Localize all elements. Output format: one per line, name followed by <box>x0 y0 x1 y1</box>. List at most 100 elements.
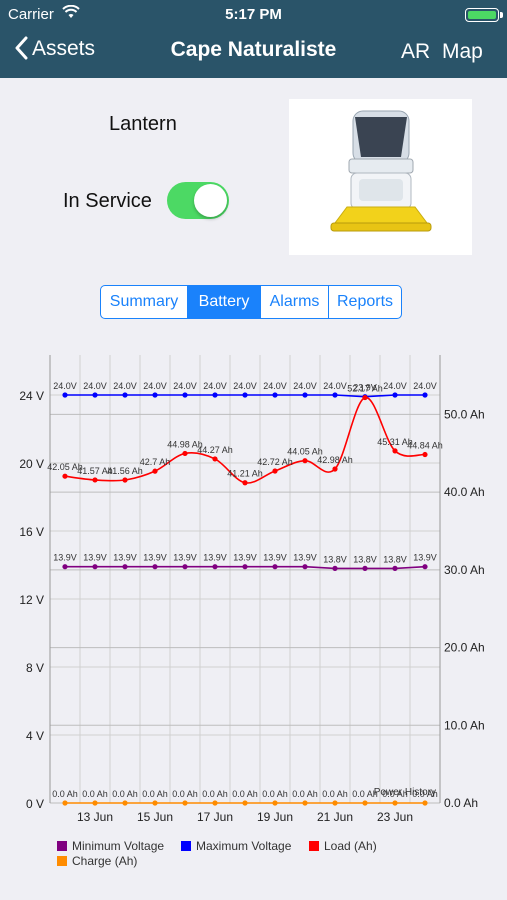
x-tick-label: 21 Jun <box>317 810 353 824</box>
data-label: 0.0 Ah <box>262 789 288 799</box>
data-point <box>92 564 98 570</box>
y2-tick-label: 40.0 Ah <box>444 485 485 499</box>
data-point <box>392 448 398 454</box>
data-point <box>212 456 218 462</box>
legend-label: Charge (Ah) <box>72 854 138 868</box>
data-label: 24.0V <box>53 381 77 391</box>
y-tick-label: 16 V <box>19 525 44 539</box>
data-point <box>182 564 188 570</box>
data-label: 13.9V <box>143 553 167 563</box>
data-label: 13.9V <box>233 553 257 563</box>
data-label: 24.0V <box>383 381 407 391</box>
tab-battery[interactable]: Battery <box>188 286 261 318</box>
y-tick-label: 8 V <box>26 661 44 675</box>
data-label: 13.9V <box>203 553 227 563</box>
data-label: 13.9V <box>173 553 197 563</box>
data-point <box>272 392 278 398</box>
tab-summary[interactable]: Summary <box>101 286 188 318</box>
battery-icon <box>465 8 503 22</box>
data-point <box>182 392 188 398</box>
power-history-chart: 0 V 4 V 8 V 12 V 16 V 20 V 24 V 0.0 Ah 10.0 Ah 20… <box>0 350 507 880</box>
x-tick-label: 17 Jun <box>197 810 233 824</box>
y-tick-label: 4 V <box>26 729 44 743</box>
y2-tick-label: 10.0 Ah <box>444 718 485 732</box>
data-point <box>92 477 98 483</box>
data-label: 42.72 Ah <box>257 457 293 467</box>
data-label: 0.0 Ah <box>112 789 138 799</box>
in-service-toggle[interactable] <box>167 182 229 219</box>
data-point <box>212 392 218 398</box>
data-label: 24.0V <box>83 381 107 391</box>
data-label: 13.9V <box>263 553 287 563</box>
ar-button[interactable]: AR <box>401 40 430 64</box>
status-bar: Carrier 5:17 PM <box>0 4 507 26</box>
data-label: 0.0 Ah <box>172 789 198 799</box>
data-point <box>242 392 248 398</box>
data-label: 13.8V <box>353 554 377 564</box>
data-label: 41.21 Ah <box>227 469 263 479</box>
data-point <box>122 564 128 570</box>
data-point <box>422 800 428 806</box>
legend-swatch <box>309 841 319 851</box>
x-tick-label: 23 Jun <box>377 810 413 824</box>
data-point <box>212 564 218 570</box>
data-label: 13.9V <box>53 553 77 563</box>
data-point <box>152 392 158 398</box>
data-point <box>62 800 68 806</box>
data-point <box>422 451 428 458</box>
y2-tick-label: 20.0 Ah <box>444 641 485 655</box>
y2-tick-label: 0.0 Ah <box>444 796 478 810</box>
x-tick-label: 15 Jun <box>137 810 173 824</box>
data-label: 0.0 Ah <box>322 789 348 799</box>
data-point <box>272 468 278 474</box>
data-label: 41.56 Ah <box>107 466 143 476</box>
data-point <box>242 800 248 806</box>
data-label: 0.0 Ah <box>292 789 318 799</box>
data-point <box>62 392 68 398</box>
legend-label: Minimum Voltage <box>72 839 165 853</box>
asset-tabs: Summary Battery Alarms Reports <box>100 285 402 319</box>
data-point <box>392 565 398 571</box>
data-point <box>272 564 278 570</box>
data-label: 42.7 Ah <box>140 457 171 467</box>
legend-label: Maximum Voltage <box>196 839 292 853</box>
tab-reports[interactable]: Reports <box>329 286 401 318</box>
data-label: 24.0V <box>413 381 437 391</box>
lantern-label: Lantern <box>109 113 177 135</box>
data-point <box>302 564 308 570</box>
legend-max-voltage: Maximum Voltage <box>181 839 291 853</box>
data-point <box>92 392 98 398</box>
y2-tick-label: 30.0 Ah <box>444 563 485 577</box>
data-point <box>152 800 158 806</box>
data-point <box>332 392 338 398</box>
data-point <box>152 564 158 570</box>
data-label: 13.9V <box>413 553 437 563</box>
data-point <box>92 800 98 806</box>
data-point <box>422 564 428 570</box>
data-point <box>122 477 128 483</box>
y-tick-label: 0 V <box>26 797 44 811</box>
legend-swatch <box>57 841 67 851</box>
y-tick-label: 12 V <box>19 593 44 607</box>
data-point <box>392 800 398 806</box>
data-label: 24.0V <box>233 381 257 391</box>
data-point <box>362 800 368 806</box>
x-tick-label: 13 Jun <box>77 810 113 824</box>
data-label: 44.84 Ah <box>407 441 443 451</box>
legend-swatch <box>57 856 67 866</box>
data-label: 44.27 Ah <box>197 445 233 455</box>
chart-description: Power History <box>374 787 436 798</box>
y2-tick-label: 50.0 Ah <box>444 407 485 421</box>
map-button[interactable]: Map <box>442 40 483 64</box>
tab-alarms[interactable]: Alarms <box>261 286 329 318</box>
data-point <box>332 466 338 472</box>
data-point <box>212 800 218 806</box>
data-label: 24.0V <box>263 381 287 391</box>
data-point <box>362 565 368 571</box>
data-label: 24.0V <box>323 381 347 391</box>
data-point <box>242 564 248 570</box>
data-label: 13.9V <box>83 553 107 563</box>
lantern-photo <box>289 99 472 255</box>
data-label: 24.0V <box>173 381 197 391</box>
data-label: 0.0 Ah <box>232 789 258 799</box>
